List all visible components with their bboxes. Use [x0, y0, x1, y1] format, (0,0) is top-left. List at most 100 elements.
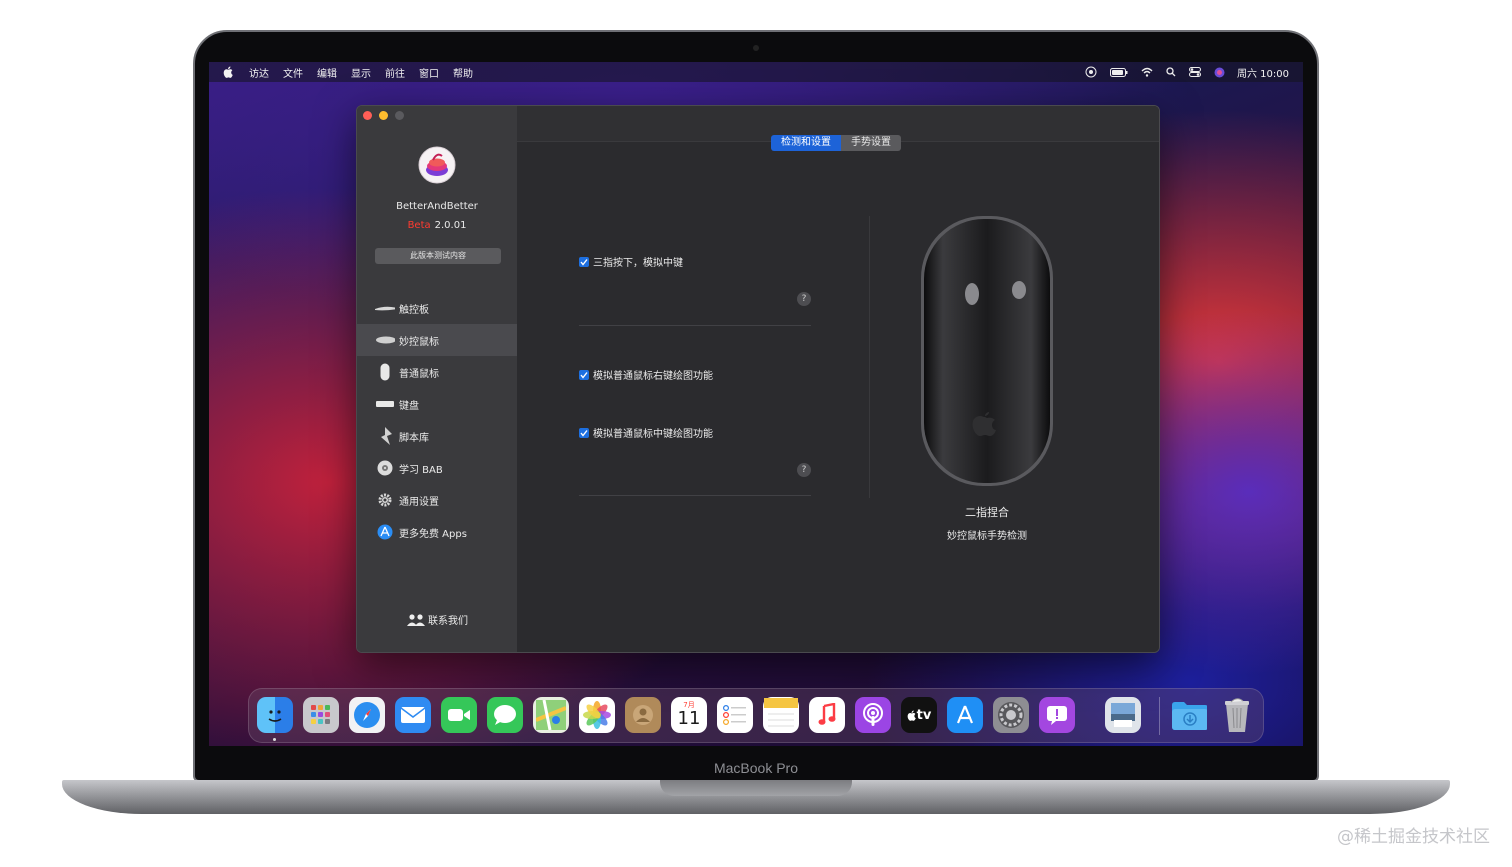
sidebar-item-label: 普通鼠标	[399, 368, 439, 380]
trash-icon[interactable]	[1219, 697, 1255, 733]
tv-label: tv	[916, 707, 932, 723]
app-logo	[418, 146, 456, 184]
contact-us-button[interactable]: 联系我们	[357, 612, 517, 627]
dock: 7月 11 tv	[248, 688, 1264, 743]
sidebar-item-label: 键盘	[399, 400, 419, 412]
menu-bar: 访达 文件 编辑 显示 前往 窗口 帮助 周六 10:00	[209, 62, 1303, 82]
menu-help[interactable]: 帮助	[453, 65, 473, 80]
sidebar-item-more-apps[interactable]: 更多免费 Apps	[357, 516, 517, 548]
magic-mouse-icon	[375, 331, 395, 349]
option-three-finger-middle[interactable]: 三指按下，模拟中键	[579, 254, 683, 269]
gesture-name: 二指捏合	[965, 506, 1009, 519]
safari-icon[interactable]	[349, 697, 385, 733]
tab-bar: 检测和设置 手势设置	[771, 135, 901, 151]
search-icon[interactable]	[1166, 67, 1176, 77]
script-icon	[375, 427, 395, 445]
maps-icon[interactable]	[533, 697, 569, 733]
close-button[interactable]	[363, 111, 372, 120]
learn-icon	[375, 459, 395, 477]
sidebar-item-general[interactable]: 通用设置	[357, 484, 517, 516]
option-middle-draw[interactable]: 模拟普通鼠标中键绘图功能	[579, 425, 713, 440]
mouse-icon	[375, 363, 395, 381]
sidebar: BetterAndBetter Beta 2.0.01 此版本测试内容 触控板 妙…	[357, 106, 517, 652]
sidebar-nav: 触控板 妙控鼠标 普通鼠标 键盘 脚本库 学习 BAB 通用设置 更多免费 Ap…	[357, 292, 517, 548]
apple-tv-icon[interactable]: tv	[901, 697, 937, 733]
music-icon[interactable]	[809, 697, 845, 733]
app-name: BetterAndBetter	[396, 201, 478, 212]
control-center-icon[interactable]	[1189, 67, 1201, 77]
base-notch	[660, 780, 852, 796]
sidebar-item-keyboard[interactable]: 键盘	[357, 388, 517, 420]
podcasts-icon[interactable]	[855, 697, 891, 733]
sidebar-item-mouse[interactable]: 普通鼠标	[357, 356, 517, 388]
calendar-icon[interactable]: 7月 11	[671, 697, 707, 733]
help-button[interactable]: ?	[797, 463, 811, 477]
calendar-day: 11	[677, 708, 701, 729]
messages-icon[interactable]	[487, 697, 523, 733]
facetime-icon[interactable]	[441, 697, 477, 733]
app-status-icon[interactable]	[1085, 66, 1097, 78]
mail-icon[interactable]	[395, 697, 431, 733]
app-version: Beta 2.0.01	[357, 220, 517, 231]
checkbox-checked-icon[interactable]	[579, 256, 589, 267]
apple-icon[interactable]	[223, 66, 233, 78]
contact-label: 联系我们	[428, 616, 468, 627]
sidebar-item-label: 妙控鼠标	[399, 336, 439, 348]
downloads-folder-icon[interactable]	[1171, 697, 1207, 733]
panel-divider	[869, 216, 870, 498]
keyboard-icon	[375, 395, 395, 413]
dock-separator	[1159, 697, 1160, 735]
tv-apple-logo-icon	[907, 710, 916, 721]
beta-label: Beta	[407, 220, 431, 231]
finder-icon[interactable]	[257, 697, 293, 733]
menu-view[interactable]: 显示	[351, 65, 371, 80]
photos-icon[interactable]	[579, 697, 615, 733]
main-panel: 检测和设置 手势设置 三指按下，模拟中键 ? 模拟普通鼠标右键绘图功能 模拟普通…	[517, 106, 1159, 652]
minimize-button[interactable]	[379, 111, 388, 120]
system-preferences-icon[interactable]	[993, 697, 1029, 733]
menu-go[interactable]: 前往	[385, 65, 405, 80]
siri-icon[interactable]	[1214, 67, 1225, 78]
version-number: 2.0.01	[434, 220, 467, 231]
divider	[579, 495, 811, 496]
menu-window[interactable]: 窗口	[419, 65, 439, 80]
gear-icon	[375, 491, 395, 509]
tab-gesture-settings[interactable]: 手势设置	[841, 135, 901, 151]
test-content-button[interactable]: 此版本测试内容	[375, 248, 501, 264]
sidebar-item-label: 更多免费 Apps	[399, 528, 467, 540]
feedback-icon[interactable]	[1039, 697, 1075, 733]
checkbox-checked-icon[interactable]	[579, 427, 589, 438]
preview-icon[interactable]	[1105, 697, 1141, 733]
app-store-dock-icon[interactable]	[947, 697, 983, 733]
menu-clock[interactable]: 周六 10:00	[1237, 65, 1289, 80]
screen: 访达 文件 编辑 显示 前往 窗口 帮助 周六 10:00 BetterAndB…	[209, 62, 1303, 746]
wifi-icon[interactable]	[1141, 67, 1153, 77]
menu-finder[interactable]: 访达	[249, 65, 269, 80]
app-store-icon	[375, 523, 395, 541]
option-label: 三指按下，模拟中键	[593, 258, 683, 269]
menu-file[interactable]: 文件	[283, 65, 303, 80]
people-icon	[406, 613, 426, 626]
sidebar-item-label: 通用设置	[399, 496, 439, 508]
notes-icon[interactable]	[763, 697, 799, 733]
sidebar-item-label: 学习 BAB	[399, 464, 443, 476]
trackpad-icon	[375, 299, 395, 317]
divider	[579, 325, 811, 326]
checkbox-checked-icon[interactable]	[579, 369, 589, 380]
sidebar-item-trackpad[interactable]: 触控板	[357, 292, 517, 324]
menu-edit[interactable]: 编辑	[317, 65, 337, 80]
sidebar-item-scripts[interactable]: 脚本库	[357, 420, 517, 452]
help-button[interactable]: ?	[797, 292, 811, 306]
option-label: 模拟普通鼠标右键绘图功能	[593, 371, 713, 382]
sidebar-item-learn[interactable]: 学习 BAB	[357, 452, 517, 484]
reminders-icon[interactable]	[717, 697, 753, 733]
contacts-icon[interactable]	[625, 697, 661, 733]
device-label: MacBook Pro	[713, 760, 799, 776]
battery-icon[interactable]	[1110, 67, 1128, 77]
camera	[753, 45, 759, 51]
tab-detect-settings[interactable]: 检测和设置	[771, 135, 841, 151]
launchpad-icon[interactable]	[303, 697, 339, 733]
sidebar-item-magic-mouse[interactable]: 妙控鼠标	[357, 324, 517, 356]
option-right-draw[interactable]: 模拟普通鼠标右键绘图功能	[579, 367, 713, 382]
zoom-button[interactable]	[395, 111, 404, 120]
